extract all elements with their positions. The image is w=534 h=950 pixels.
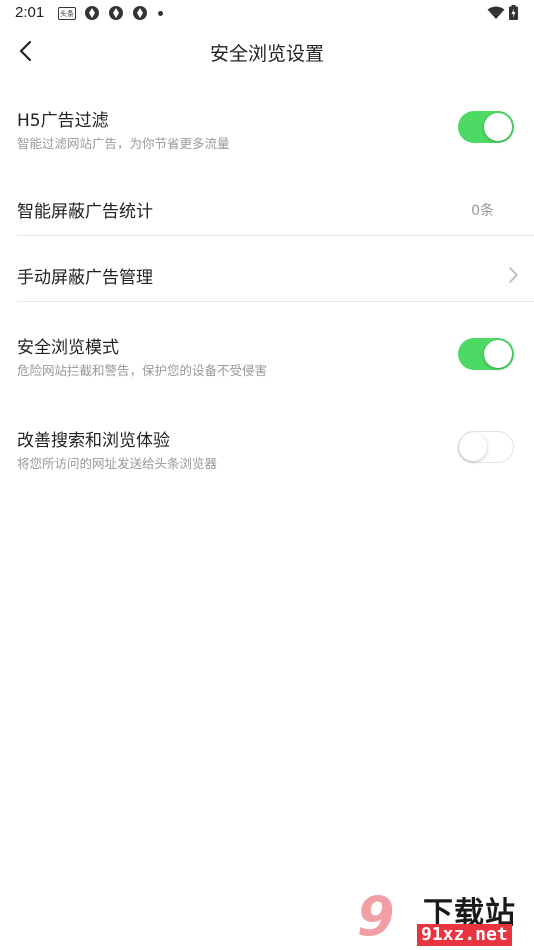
safe-mode-toggle[interactable] [458, 338, 514, 370]
setting-row-smart-block-stats[interactable]: 智能屏蔽广告统计 0条 [0, 180, 534, 236]
notification-icons: 头条 [58, 5, 163, 21]
status-bar: 2:01 头条 [0, 0, 534, 26]
setting-desc: 将您所访问的网址发送给头条浏览器 [17, 456, 218, 471]
improve-search-toggle[interactable] [458, 431, 514, 463]
setting-title: 安全浏览模式 [17, 338, 119, 358]
divider [17, 235, 534, 236]
watermark-url: 91xz.net [417, 924, 512, 946]
system-icons [487, 5, 518, 20]
block-count-value: 0条 [471, 203, 494, 219]
toggle-knob [459, 432, 487, 461]
toggle-knob [484, 340, 512, 368]
setting-row-manual-block[interactable]: 手动屏蔽广告管理 [0, 246, 534, 302]
aperture-icon [109, 6, 123, 20]
page-title: 安全浏览设置 [209, 43, 324, 65]
setting-title: 改善搜索和浏览体验 [17, 431, 170, 451]
chevron-right-icon [509, 267, 518, 283]
setting-title: 智能屏蔽广告统计 [17, 202, 153, 222]
wifi-icon [487, 6, 505, 19]
watermark-logo-glyph: 9 [357, 885, 395, 948]
aperture-icon [133, 6, 147, 20]
setting-row-h5-filter: H5广告过滤 智能过滤网站广告，为你节省更多流量 [0, 100, 534, 170]
watermark-logo: 9 下载站 91xz.net [355, 886, 530, 948]
dot-icon [158, 10, 163, 16]
news-badge-icon: 头条 [58, 6, 76, 20]
toggle-knob [484, 113, 512, 141]
setting-row-improve-search: 改善搜索和浏览体验 将您所访问的网址发送给头条浏览器 [0, 418, 534, 488]
divider [17, 301, 534, 302]
battery-charging-icon [509, 5, 518, 20]
setting-title: H5广告过滤 [17, 111, 109, 131]
header: 安全浏览设置 [0, 26, 534, 78]
status-time: 2:01 [15, 4, 45, 21]
setting-row-safe-mode: 安全浏览模式 危险网站拦截和警告，保护您的设备不受侵害 [0, 326, 534, 396]
setting-title: 手动屏蔽广告管理 [17, 268, 153, 288]
h5-filter-toggle[interactable] [458, 111, 514, 143]
aperture-icon [85, 6, 99, 20]
setting-desc: 智能过滤网站广告，为你节省更多流量 [17, 136, 230, 151]
setting-desc: 危险网站拦截和警告，保护您的设备不受侵害 [17, 363, 268, 378]
